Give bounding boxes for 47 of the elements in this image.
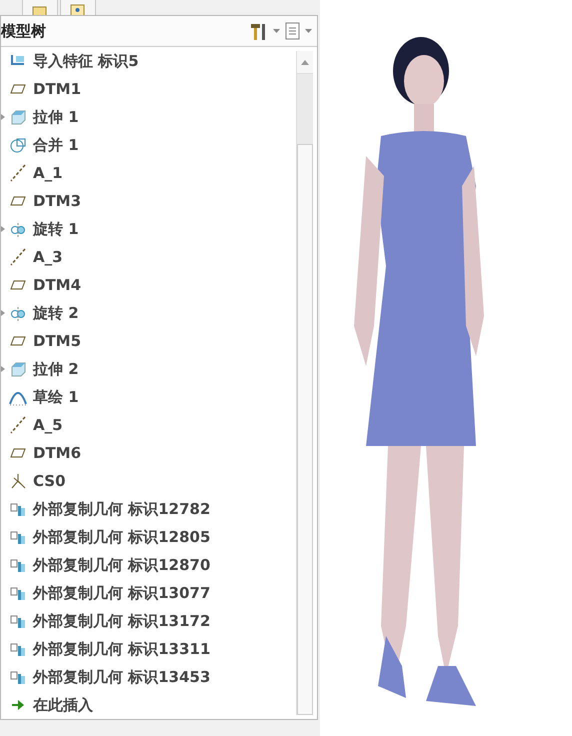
tree-item[interactable]: 外部复制几何 标识12805	[33, 528, 210, 546]
tree-item[interactable]: DTM4	[33, 276, 82, 294]
tree-item[interactable]: DTM3	[33, 192, 82, 210]
tree-item[interactable]: 旋转 1	[33, 220, 79, 238]
expand-arrow-icon[interactable]	[1, 226, 5, 232]
cube-icon	[9, 108, 27, 126]
tree-item[interactable]: 合并 1	[33, 136, 79, 154]
scrollbar[interactable]	[296, 51, 313, 715]
tree-item[interactable]: DTM5	[33, 332, 82, 350]
tree-item[interactable]: 外部复制几何 标识13453	[33, 668, 210, 686]
coordinate-system-icon	[9, 472, 27, 490]
expand-arrow-icon[interactable]	[1, 310, 5, 316]
tree-item[interactable]: 外部复制几何 标识13077	[33, 584, 210, 602]
expand-arrow-icon[interactable]	[1, 114, 5, 120]
layer-tab[interactable]	[60, 0, 96, 15]
tree-item[interactable]: A_3	[33, 248, 63, 266]
tree-item[interactable]: 旋转 2	[33, 304, 79, 322]
caret-icon[interactable]	[273, 28, 281, 34]
tree-item[interactable]: DTM1	[33, 80, 82, 98]
up-arrow-icon	[301, 60, 309, 64]
tree-item[interactable]: 外部复制几何 标识12782	[33, 500, 210, 518]
tree-item[interactable]: 导入特征 标识5	[33, 52, 139, 70]
caret-icon[interactable]	[305, 28, 313, 34]
expand-arrow-icon[interactable]	[1, 366, 5, 372]
axis-icon	[9, 248, 27, 266]
tree-item[interactable]: 外部复制几何 标识13172	[33, 612, 210, 630]
merge-icon	[9, 136, 27, 154]
tree-item[interactable]: 在此插入	[33, 696, 93, 714]
tree-item[interactable]: DTM6	[33, 444, 82, 462]
folder-tab[interactable]	[22, 0, 58, 15]
tree-item[interactable]: A_1	[33, 164, 63, 182]
panel-title: 模型树	[1, 22, 46, 40]
tree-item[interactable]: A_5	[33, 416, 63, 434]
tree-item[interactable]: 拉伸 2	[33, 360, 79, 378]
tree-item[interactable]: 外部复制几何 标识12870	[33, 556, 210, 574]
tree-item[interactable]: CS0	[33, 472, 66, 490]
axis-icon	[9, 164, 27, 182]
tree-item[interactable]: 外部复制几何 标识13311	[33, 640, 210, 658]
list-icon[interactable]	[284, 21, 302, 41]
axis-icon	[9, 416, 27, 434]
tree-item[interactable]: 草绘 1	[33, 388, 79, 406]
scroll-thumb[interactable]	[297, 144, 313, 715]
cube-icon	[9, 360, 27, 378]
revolve-icon	[9, 220, 27, 238]
scroll-up-button[interactable]	[297, 51, 313, 74]
revolve-icon	[9, 304, 27, 322]
tree-item[interactable]: 拉伸 1	[33, 108, 79, 126]
